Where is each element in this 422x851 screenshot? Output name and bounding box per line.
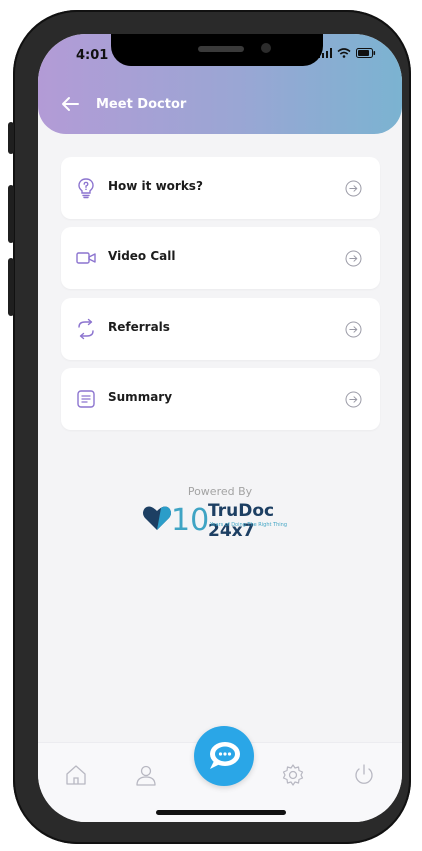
refresh-arrows-icon	[78, 318, 94, 340]
heart-ten-logo-icon: 10	[143, 503, 209, 538]
volume-up-button	[8, 185, 14, 243]
menu-item-summary[interactable]: Summary	[61, 368, 380, 430]
page-title: Meet Doctor	[96, 97, 187, 112]
home-icon[interactable]	[64, 763, 88, 787]
device-notch	[111, 34, 323, 66]
chevron-right-circle-icon	[345, 250, 362, 267]
video-camera-icon	[76, 252, 96, 264]
mute-switch	[8, 122, 14, 154]
chat-fab-button[interactable]	[194, 726, 254, 786]
menu-item-how-it-works[interactable]: How it works?	[61, 157, 380, 219]
menu-item-video-call[interactable]: Video Call	[61, 227, 380, 289]
document-list-icon	[77, 390, 95, 408]
menu-item-label: How it works?	[108, 179, 203, 193]
chevron-right-circle-icon	[345, 321, 362, 338]
chat-icon	[210, 742, 240, 769]
chevron-right-circle-icon	[345, 391, 362, 408]
back-arrow-icon[interactable]	[58, 92, 82, 116]
front-camera	[261, 43, 271, 53]
menu-item-label: Video Call	[108, 249, 176, 263]
logo-number: 10	[171, 503, 208, 535]
profile-icon[interactable]	[134, 763, 158, 787]
menu-item-label: Summary	[108, 390, 173, 404]
brand-tagline: Years of Doing The Right Thing	[210, 522, 288, 528]
chevron-right-circle-icon	[345, 180, 362, 197]
brand-name: TruDoc 24x7	[208, 501, 275, 541]
speaker-grill	[198, 46, 244, 52]
settings-icon[interactable]	[281, 763, 305, 787]
battery-icon	[356, 48, 376, 58]
powered-by-label: Powered By	[187, 485, 253, 498]
app-screen: 4:01 Meet Doctor How it works? Video Cal…	[38, 34, 402, 822]
home-indicator	[156, 810, 286, 815]
wifi-icon	[337, 48, 351, 58]
volume-down-button	[8, 258, 14, 316]
menu-item-referrals[interactable]: Referrals	[61, 298, 380, 360]
menu-item-label: Referrals	[108, 320, 170, 334]
lightbulb-question-icon	[78, 178, 94, 199]
power-icon[interactable]	[352, 763, 376, 787]
trudoc-logo: 10 TruDoc 24x7 Years of Doing The Right …	[142, 499, 312, 541]
status-icons	[318, 48, 376, 58]
status-time: 4:01	[76, 48, 109, 63]
